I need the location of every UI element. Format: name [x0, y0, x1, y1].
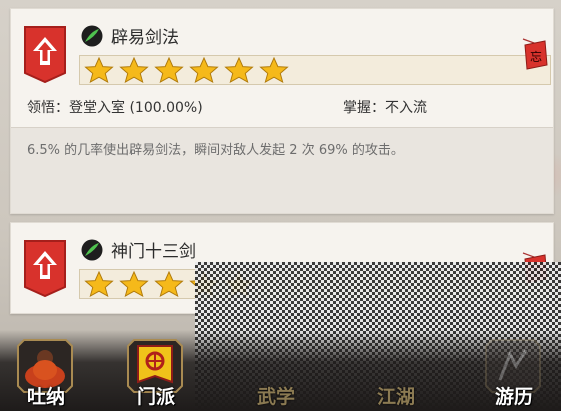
forget-seal-label: 忘 — [530, 49, 542, 64]
star-icon — [189, 57, 219, 83]
comprehension-label: 领悟 — [27, 100, 55, 116]
mastery-label: 掌握 — [343, 100, 371, 116]
skill-name: 神门十三剑 — [111, 242, 196, 262]
star-icon — [224, 57, 254, 83]
nav-youli[interactable]: 游历 — [470, 330, 558, 411]
upgrade-badge-icon[interactable] — [23, 239, 67, 297]
nav-jianghu[interactable]: 江湖 — [352, 330, 440, 411]
comprehension-stat: 领悟：登堂入室 (100.00%) — [27, 100, 203, 116]
sword-skill-icon — [81, 239, 103, 261]
star-icon — [259, 57, 289, 83]
nav-label: 江湖 — [376, 386, 415, 408]
nav-menpai[interactable]: 门派 — [112, 330, 200, 411]
skill-card-1[interactable]: 辟易剑法 领悟：登堂入室 (100.00%) 掌握：不入流 6.5% 的几率使出… — [10, 8, 554, 214]
nav-tuna[interactable]: 吐纳 — [2, 330, 90, 411]
skill-name: 辟易剑法 — [111, 28, 179, 48]
star-icon — [119, 57, 149, 83]
star-icon — [84, 57, 114, 83]
star-icon — [154, 57, 184, 83]
star-icon — [119, 271, 149, 297]
nav-label: 吐纳 — [26, 386, 65, 408]
upgrade-badge-icon[interactable] — [23, 25, 67, 83]
comprehension-value: 登堂入室 (100.00%) — [69, 100, 203, 116]
star-rating — [79, 55, 551, 85]
forget-seal-button[interactable]: 忘 — [519, 37, 549, 71]
star-icon — [84, 271, 114, 297]
nav-label: 游历 — [494, 386, 533, 408]
skill-description: 6.5% 的几率使出辟易剑法，瞬间对敌人发起 2 次 69% 的攻击。 — [27, 143, 404, 158]
mastery-value: 不入流 — [385, 100, 427, 116]
nav-wuxue[interactable]: 武学 — [232, 330, 320, 411]
nav-label: 武学 — [256, 386, 295, 408]
sword-skill-icon — [81, 25, 103, 47]
mastery-stat: 掌握：不入流 — [343, 100, 427, 116]
star-icon — [154, 271, 184, 297]
nav-label: 门派 — [136, 386, 175, 408]
